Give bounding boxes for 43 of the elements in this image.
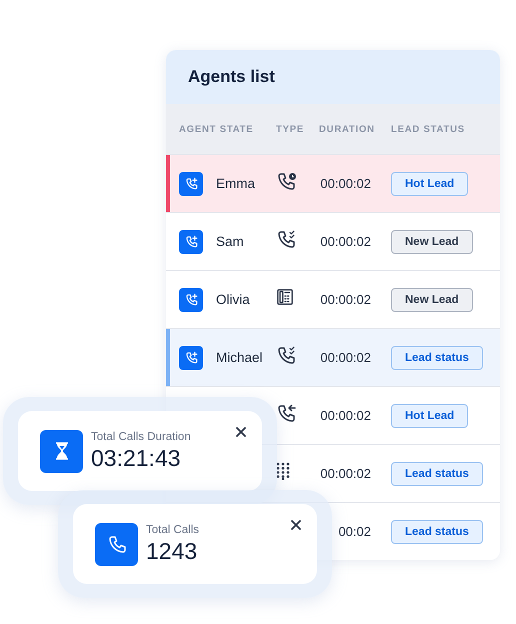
duration-text: 00:00:02	[319, 176, 371, 191]
duration-text: 00:00:02	[319, 466, 371, 481]
duration-text: 00:00:02	[319, 234, 371, 249]
table-row[interactable]: Emma 00:00:02 Hot Lead	[166, 154, 500, 212]
table-row[interactable]: Michael 00:00:02 Lead status	[166, 328, 500, 386]
close-button[interactable]	[289, 518, 303, 532]
lead-status-badge[interactable]: Lead status	[391, 462, 483, 486]
agent-name: Emma	[216, 176, 256, 191]
agent-name: Michael	[216, 350, 263, 365]
phone-check-icon	[276, 345, 296, 365]
phone-arrow-icon	[276, 403, 296, 423]
close-icon	[236, 427, 246, 437]
duration-text: 00:00:02	[319, 408, 371, 423]
phone-plus-icon	[184, 351, 198, 364]
phone-plus-icon	[184, 177, 198, 190]
lead-status-badge[interactable]: Hot Lead	[391, 404, 468, 428]
phone-icon	[106, 534, 126, 554]
lead-status-badge[interactable]: Lead status	[391, 346, 483, 370]
phone-check-icon	[276, 229, 296, 249]
column-header: AGENT STATE	[179, 124, 254, 134]
duration-text: 00:00:02	[319, 350, 371, 365]
table-row[interactable]: Olivia 00:00:02 New Lead	[166, 270, 500, 328]
hourglass-icon	[54, 442, 70, 460]
card-title: Agents list	[188, 67, 275, 87]
close-button[interactable]	[234, 425, 248, 439]
table-row[interactable]: Sam 00:00:02 New Lead	[166, 212, 500, 270]
close-icon	[291, 520, 301, 530]
phone-plus-icon	[184, 293, 198, 306]
duration-text: 00:02	[337, 524, 371, 539]
agent-name: Olivia	[216, 292, 250, 307]
duration-text: 00:00:02	[319, 292, 371, 307]
column-header: TYPE	[276, 124, 306, 134]
agent-name: Sam	[216, 234, 244, 249]
lead-status-badge[interactable]: New Lead	[391, 288, 473, 312]
phone-clock-icon	[276, 171, 296, 191]
lead-status-badge[interactable]: Hot Lead	[391, 172, 468, 196]
fax-icon	[276, 288, 294, 306]
column-header: LEAD STATUS	[391, 124, 466, 134]
column-header: DURATION	[319, 124, 376, 134]
lead-status-badge[interactable]: Lead status	[391, 520, 483, 544]
phone-plus-icon	[184, 235, 198, 248]
lead-status-badge[interactable]: New Lead	[391, 230, 473, 254]
dialpad-icon	[276, 462, 290, 480]
